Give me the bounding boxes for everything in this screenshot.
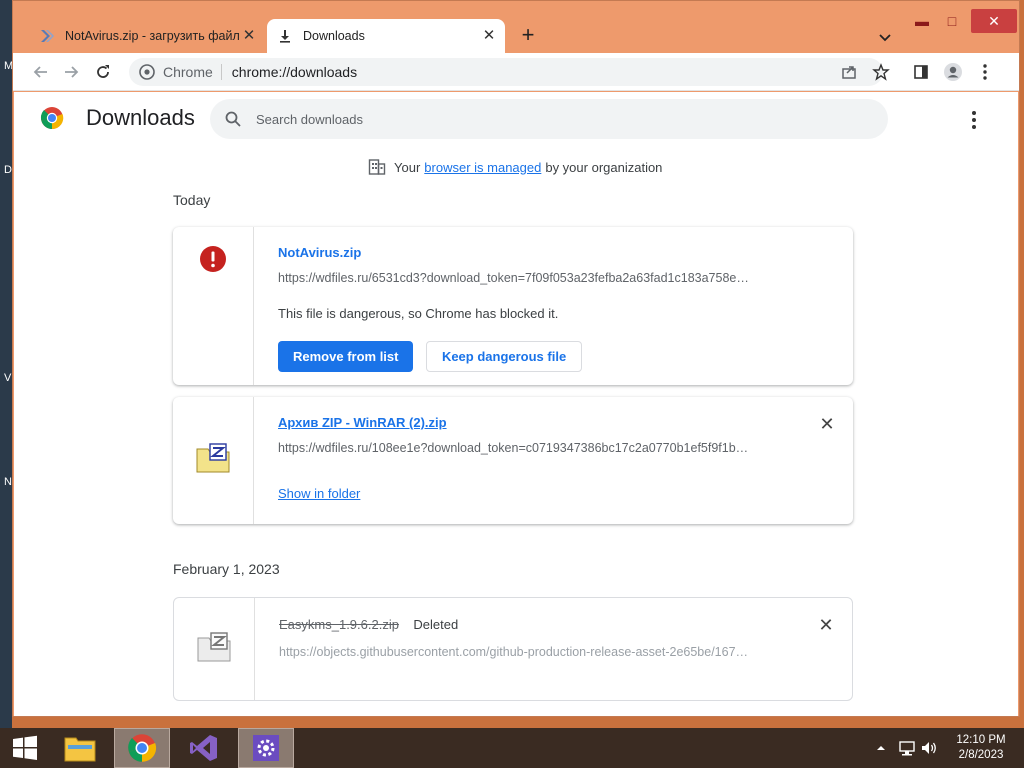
clock-time: 12:10 PM — [956, 734, 1006, 746]
visual-studio-icon[interactable] — [176, 728, 232, 768]
file-explorer-icon[interactable] — [52, 728, 108, 768]
windows-start-icon[interactable] — [0, 728, 50, 768]
tab-notavirus[interactable]: NotAvirus.zip - загрузить файл ✕ — [29, 19, 265, 53]
share-icon[interactable] — [837, 60, 861, 84]
desktop-icon-label: V — [4, 372, 12, 384]
profile-avatar[interactable] — [941, 60, 965, 84]
back-arrow-icon[interactable] — [29, 60, 53, 84]
reload-icon[interactable] — [91, 60, 115, 84]
danger-warning-icon — [199, 245, 227, 385]
desktop-icon-label: D — [4, 164, 12, 176]
tab-search-chevron-icon[interactable] — [875, 27, 895, 47]
date-group-label: Today — [173, 192, 211, 208]
side-panel-icon[interactable] — [909, 60, 933, 84]
double-chevron-icon — [39, 28, 55, 44]
managed-notice: Your browser is managed by your organiza… — [368, 158, 662, 176]
downloads-more-menu-icon[interactable] — [964, 108, 984, 132]
browser-managed-link[interactable]: browser is managed — [424, 160, 541, 175]
danger-message: This file is dangerous, so Chrome has bl… — [278, 306, 559, 321]
chrome-taskbar-icon[interactable] — [114, 728, 170, 768]
clock-date: 2/8/2023 — [958, 749, 1004, 761]
downloads-page: Downloads Your browser is managed by you… — [14, 92, 1018, 716]
managed-suffix: by your organization — [545, 159, 663, 175]
chrome-site-icon — [139, 64, 155, 80]
download-icon — [277, 28, 293, 44]
bookmark-star-icon[interactable] — [869, 60, 893, 84]
tab-title: NotAvirus.zip - загрузить файл — [65, 29, 240, 43]
tab-downloads[interactable]: Downloads ✕ — [267, 19, 505, 53]
volume-icon[interactable] — [920, 728, 938, 768]
file-url: https://objects.githubusercontent.com/gi… — [279, 645, 749, 659]
search-downloads-box[interactable] — [210, 99, 888, 139]
download-item-winrar: Архив ZIP - WinRAR (2).zip https://wdfil… — [173, 397, 853, 524]
page-title: Downloads — [86, 105, 195, 130]
close-window-button[interactable]: ✕ — [971, 9, 1017, 33]
tab-close-icon[interactable]: ✕ — [481, 28, 497, 44]
tab-strip: NotAvirus.zip - загрузить файл ✕ Downloa… — [13, 1, 1019, 53]
desktop-icon-label: N — [4, 476, 12, 488]
download-item-dangerous: NotAvirus.zip https://wdfiles.ru/6531cd3… — [173, 227, 853, 385]
search-icon — [224, 110, 242, 128]
settings-gear-icon[interactable] — [238, 728, 294, 768]
remove-from-list-button[interactable]: Remove from list — [278, 341, 414, 372]
file-url: https://wdfiles.ru/6531cd3?download_toke… — [278, 271, 749, 285]
show-in-folder-link[interactable]: Show in folder — [278, 486, 360, 501]
remove-item-close-icon[interactable]: ✕ — [819, 415, 835, 433]
forward-arrow-icon[interactable] — [59, 60, 83, 84]
browser-toolbar: Chrome chrome://downloads — [13, 53, 1019, 91]
browser-menu-icon[interactable] — [973, 60, 997, 84]
zip-archive-faded-icon — [197, 632, 231, 700]
taskbar: 12:10 PM 2/8/2023 — [0, 728, 1024, 768]
remove-item-close-icon[interactable]: ✕ — [818, 616, 834, 634]
download-item-deleted: Easykms_1.9.6.2.zip Deleted https://obje… — [173, 597, 853, 701]
file-name: NotAvirus.zip — [278, 245, 362, 260]
managed-prefix: Your — [394, 159, 421, 175]
file-name-link[interactable]: Архив ZIP - WinRAR (2).zip — [278, 415, 837, 430]
site-chip: Chrome — [163, 64, 222, 80]
chrome-logo-icon — [40, 106, 64, 130]
tab-title: Downloads — [303, 29, 365, 43]
status-deleted: Deleted — [413, 617, 459, 632]
tab-close-icon[interactable]: ✕ — [241, 28, 257, 44]
date-group-label: February 1, 2023 — [173, 561, 280, 577]
system-clock[interactable]: 12:10 PM 2/8/2023 — [944, 733, 1018, 763]
file-url: https://wdfiles.ru/108ee1e?download_toke… — [278, 441, 749, 455]
file-name-deleted: Easykms_1.9.6.2.zip — [279, 617, 399, 632]
new-tab-button[interactable]: + — [517, 24, 539, 47]
zip-archive-icon — [196, 443, 230, 524]
maximize-button[interactable]: □ — [937, 9, 967, 33]
address-bar[interactable]: Chrome chrome://downloads — [129, 58, 883, 86]
tray-chevron-up-icon[interactable] — [876, 728, 886, 768]
desktop-edge: M D V N — [0, 0, 13, 728]
url-text[interactable]: chrome://downloads — [232, 64, 357, 80]
search-input[interactable] — [256, 111, 816, 127]
building-icon — [368, 158, 386, 176]
downloads-header: Downloads — [14, 92, 1018, 148]
keep-dangerous-file-button[interactable]: Keep dangerous file — [425, 341, 583, 372]
network-icon[interactable] — [898, 728, 916, 768]
minimize-button[interactable]: ▬ — [907, 9, 937, 33]
browser-window: NotAvirus.zip - загрузить файл ✕ Downloa… — [12, 0, 1020, 717]
